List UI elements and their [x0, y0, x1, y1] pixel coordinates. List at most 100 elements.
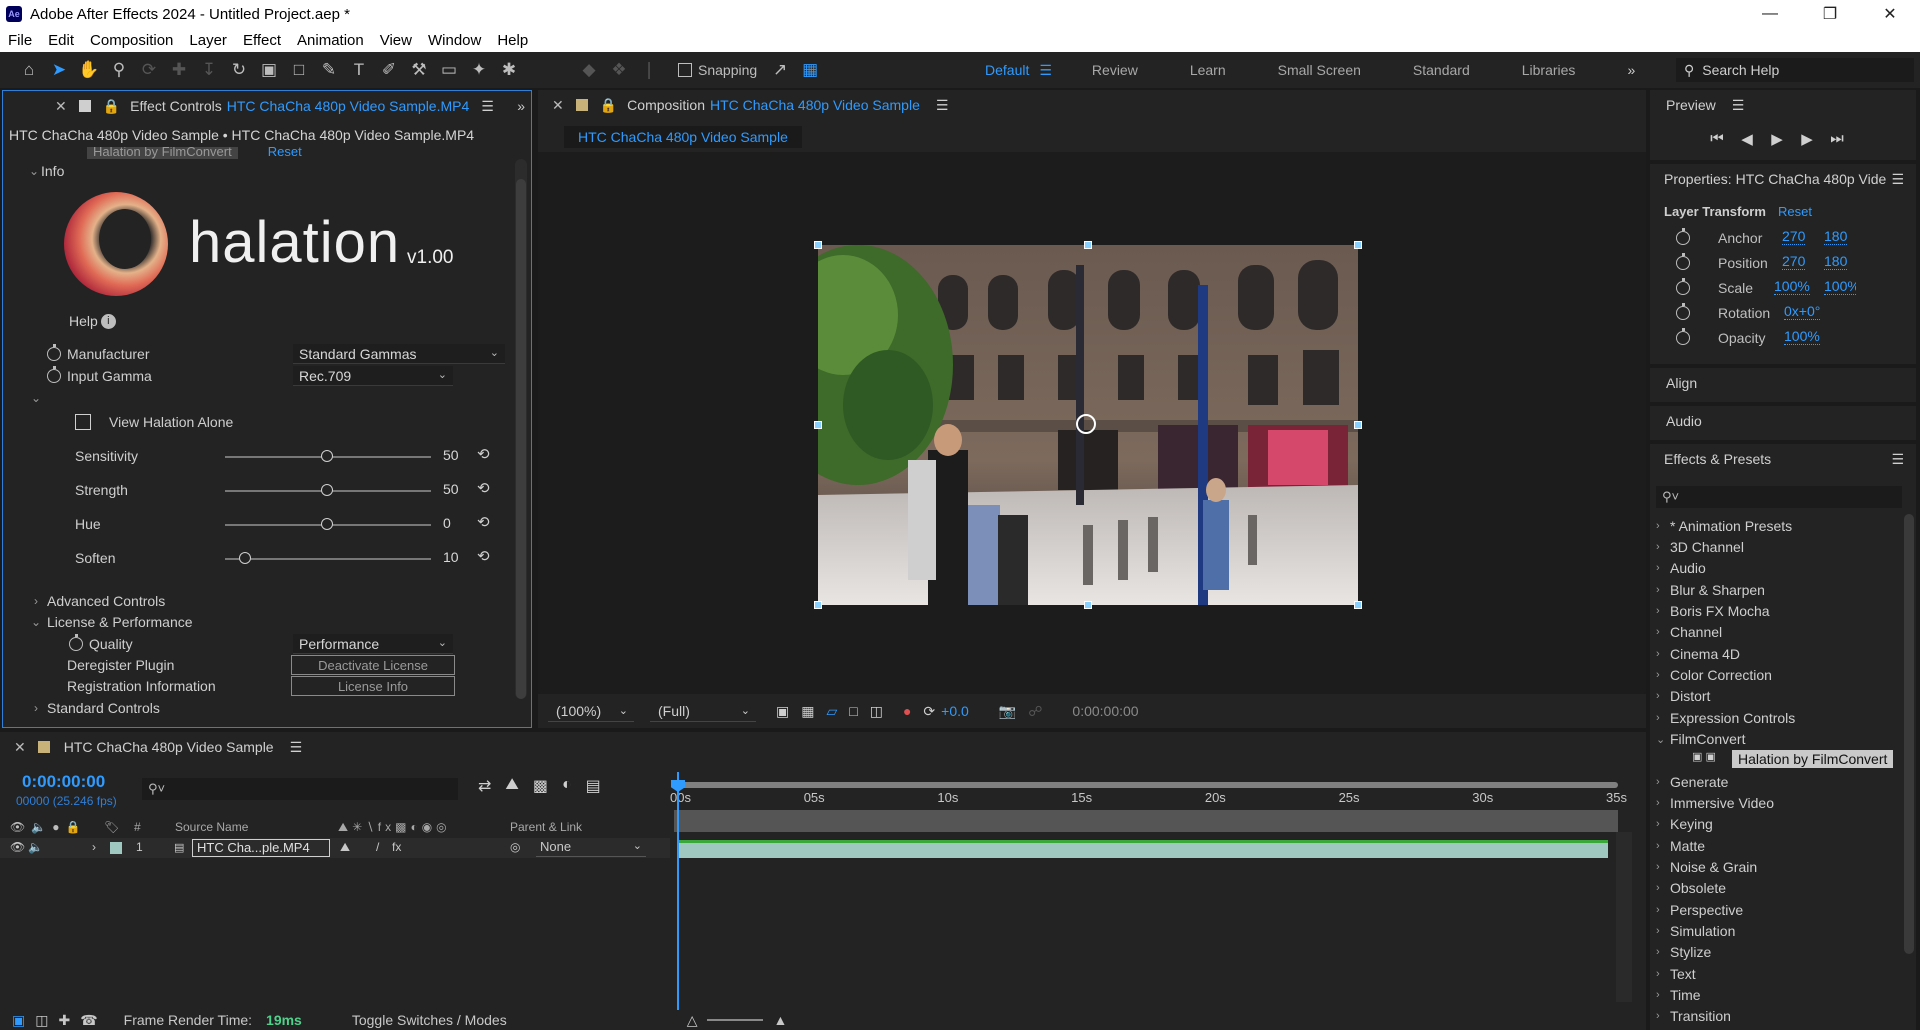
properties-title[interactable]: Properties: HTC ChaCha 480p Vide [1664, 171, 1886, 187]
effect-name[interactable]: Halation by FilmConvert [87, 147, 238, 159]
snapping-checkbox[interactable] [678, 63, 692, 77]
input-gamma-dropdown[interactable]: Rec.709 ⌄ [293, 366, 453, 386]
table-row[interactable]: 👁 🔈 › 1 ▤ HTC Cha...ple.MP4 ⛰ / fx ◎ Non… [0, 838, 670, 858]
hand-tool-icon[interactable]: ✋ [74, 55, 104, 85]
hue-value[interactable]: 0 [443, 515, 451, 531]
menu-layer[interactable]: Layer [181, 32, 235, 49]
license-performance-row[interactable]: ⌄ License & Performance [29, 612, 513, 632]
fx-category-stylize[interactable]: › Stylize [1656, 942, 1906, 962]
panel-menu-icon[interactable]: ☰ [936, 97, 949, 114]
menu-composition[interactable]: Composition [82, 32, 181, 49]
fx-category-3d-channel[interactable]: › 3D Channel [1656, 537, 1906, 557]
strength-value[interactable]: 50 [443, 481, 459, 497]
lock-icon[interactable]: 🔒 [600, 97, 617, 114]
transform-handle[interactable] [814, 421, 822, 429]
menu-view[interactable]: View [372, 32, 420, 49]
rotation-tool-icon[interactable]: ↻ [224, 55, 254, 85]
standard-controls-row[interactable]: › Standard Controls [29, 698, 513, 718]
workspace-small-screen[interactable]: Small Screen [1278, 62, 1361, 78]
puppet-pin-tool-icon[interactable]: ✱ [494, 55, 524, 85]
fx-category-obsolete[interactable]: › Obsolete [1656, 878, 1906, 898]
close-window-button[interactable]: ✕ [1860, 0, 1920, 28]
stopwatch-icon[interactable] [69, 634, 83, 651]
fx-category-expression-controls[interactable]: › Expression Controls [1656, 708, 1906, 728]
advanced-controls-row[interactable]: › Advanced Controls [29, 591, 513, 611]
fx-category-immersive-video[interactable]: › Immersive Video [1656, 793, 1906, 813]
zoom-tool-icon[interactable]: ⚲ [104, 55, 134, 85]
snapshot-icon[interactable]: 📷 [999, 703, 1016, 720]
dolly-camera-icon[interactable]: ↧ [194, 55, 224, 85]
fx-category-keying[interactable]: › Keying [1656, 814, 1906, 834]
fx-category-color-correction[interactable]: › Color Correction [1656, 665, 1906, 685]
quality-switch-icon[interactable]: / [376, 840, 379, 854]
layer-transform-reset[interactable]: Reset [1778, 204, 1812, 219]
stopwatch-icon[interactable] [1676, 303, 1690, 320]
play-icon[interactable]: ▶ [1762, 130, 1792, 148]
hue-slider-handle[interactable] [321, 518, 333, 530]
fx-category-text[interactable]: › Text [1656, 964, 1906, 984]
snap-options-icon[interactable]: ↗ [765, 55, 795, 85]
home-icon[interactable]: ⌂ [14, 55, 44, 85]
fx-category-matte[interactable]: › Matte [1656, 836, 1906, 856]
close-tab-icon[interactable]: ✕ [14, 739, 26, 756]
sensitivity-slider-handle[interactable] [321, 450, 333, 462]
comp-flowchart-icon[interactable]: ⇄ [478, 776, 491, 796]
workspace-learn[interactable]: Learn [1190, 62, 1226, 78]
column-parent-link[interactable]: Parent & Link [510, 820, 582, 834]
timeline-scrollbar[interactable] [1616, 832, 1632, 1002]
world-axis-icon[interactable]: ❖ [604, 55, 634, 85]
panel-overflow-icon[interactable]: » [517, 98, 525, 114]
orbit-camera-icon[interactable]: ⟳ [134, 55, 164, 85]
snapping-toggle[interactable]: Snapping [678, 62, 757, 78]
group-collapse-toggle[interactable]: ⌄ [29, 388, 49, 408]
effects-scrollbar[interactable] [1904, 514, 1914, 954]
brush-tool-icon[interactable]: ✐ [374, 55, 404, 85]
fx-category-simulation[interactable]: › Simulation [1656, 921, 1906, 941]
rotation-value[interactable]: 0x+0° [1784, 303, 1821, 320]
render-time-icon[interactable]: ☎ [80, 1012, 97, 1029]
eye-icon[interactable]: 👁 [10, 840, 25, 854]
chevron-right-icon[interactable]: › [29, 701, 43, 715]
timeline-current-time[interactable]: 0:00:00:00 [22, 772, 105, 792]
selection-tool-icon[interactable]: ➤ [44, 55, 74, 85]
stopwatch-icon[interactable] [1676, 253, 1690, 270]
color-channels-icon[interactable]: ● [903, 703, 911, 719]
reset-icon[interactable]: ⟲ [477, 547, 490, 565]
workspace-overflow-icon[interactable]: » [1627, 62, 1635, 78]
soften-value[interactable]: 10 [443, 549, 459, 565]
menu-help[interactable]: Help [489, 32, 536, 49]
zoom-in-icon[interactable]: ▲ [773, 1012, 787, 1028]
current-time-display[interactable]: 0:00:00:00 [1072, 703, 1138, 719]
timeline-search-input[interactable]: ⚲˅ [142, 778, 458, 800]
exposure-value[interactable]: +0.0 [941, 703, 969, 719]
quality-dropdown[interactable]: Performance ⌄ [293, 634, 453, 654]
reset-exposure-icon[interactable]: ⟳ [923, 703, 935, 720]
fx-effect-halation[interactable]: Halation by FilmConvert [1732, 750, 1894, 768]
first-frame-icon[interactable]: ⏮ [1702, 130, 1732, 148]
reset-icon[interactable]: ⟲ [477, 513, 490, 531]
fx-category-noise-grain[interactable]: › Noise & Grain [1656, 857, 1906, 877]
stopwatch-icon[interactable] [1676, 228, 1690, 245]
layer-duration-bar[interactable] [678, 840, 1608, 858]
parent-dropdown[interactable]: None ⌄ [536, 839, 646, 857]
previous-frame-icon[interactable]: ◀ [1732, 130, 1762, 148]
effects-presets-title[interactable]: Effects & Presets [1664, 451, 1771, 467]
layer-label-color[interactable] [110, 842, 122, 854]
transform-handle[interactable] [1354, 241, 1362, 249]
manufacturer-dropdown[interactable]: Standard Gammas ⌄ [293, 344, 505, 364]
fx-category-transition[interactable]: › Transition [1656, 1006, 1906, 1026]
grid-guides-icon[interactable]: ◫ [870, 703, 883, 720]
fx-category-generate[interactable]: › Generate [1656, 772, 1906, 792]
mask-visibility-icon[interactable]: ▱ [826, 703, 837, 720]
anchor-y-value[interactable]: 180 [1824, 228, 1848, 245]
transparency-grid-icon[interactable]: ▦ [801, 703, 814, 720]
column-source-name[interactable]: Source Name [175, 820, 248, 834]
pen-tool-icon[interactable]: ✎ [314, 55, 344, 85]
resolution-dropdown[interactable]: (Full) ⌄ [650, 700, 756, 722]
effect-controls-scrollbar[interactable] [515, 159, 527, 699]
strength-slider-handle[interactable] [321, 484, 333, 496]
stopwatch-icon[interactable] [47, 366, 61, 383]
position-x-value[interactable]: 270 [1782, 253, 1806, 270]
label-tag-icon[interactable]: 🏷 [104, 820, 119, 834]
chevron-right-icon[interactable]: › [29, 594, 43, 608]
